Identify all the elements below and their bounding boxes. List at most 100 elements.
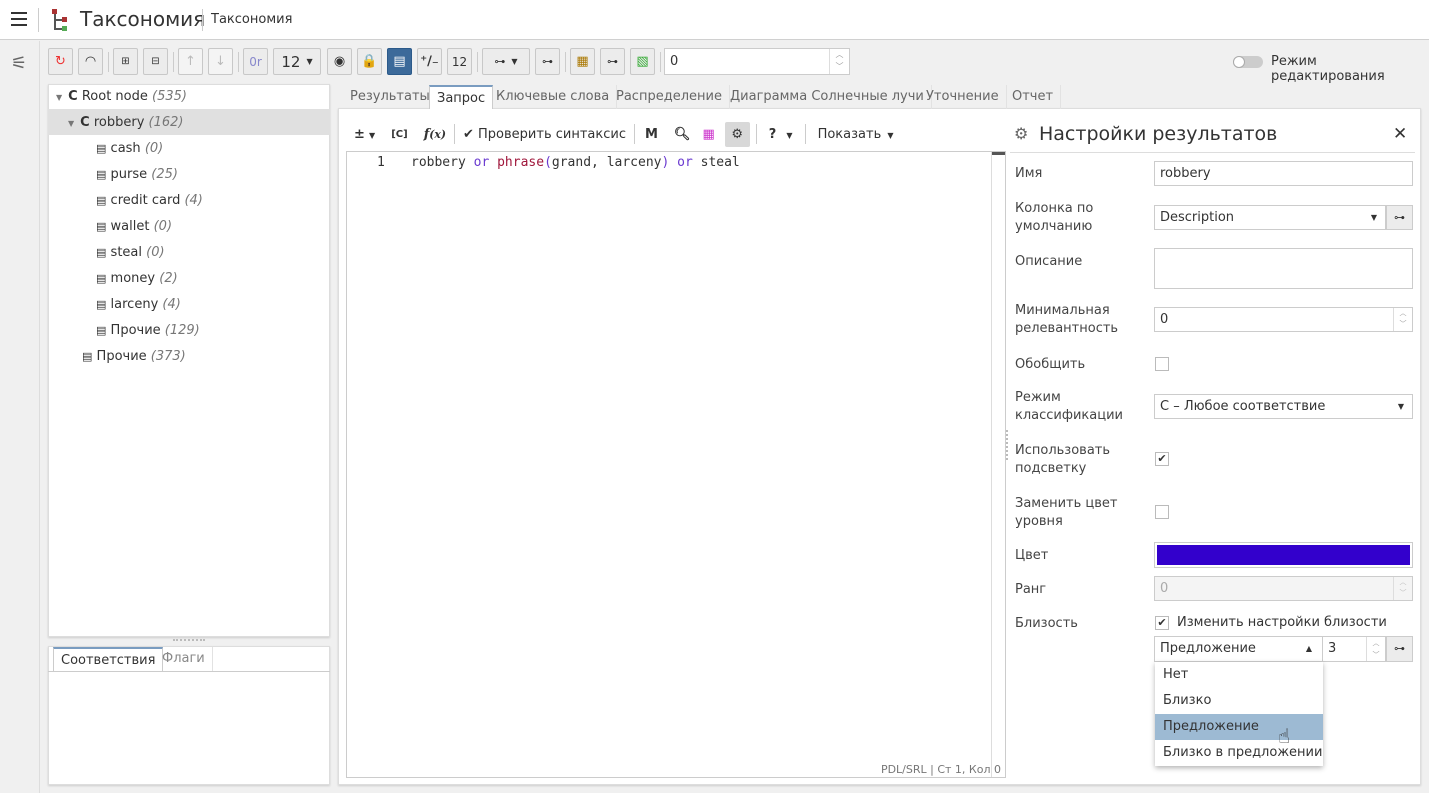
tree-node[interactable]: ▤ purse (25): [96, 162, 178, 188]
add-child-node-button[interactable]: ⊞: [113, 48, 138, 75]
zoom-icon[interactable]: 🔍︎: [668, 127, 697, 142]
splitter-handle[interactable]: [1006, 430, 1009, 460]
settings-gear-icon: ⚙: [1014, 124, 1029, 143]
dropdown-option[interactable]: Предложение: [1155, 714, 1323, 740]
tree-node[interactable]: ▼ C Root node (535): [56, 84, 187, 110]
tab-matches[interactable]: Соответствия: [53, 647, 164, 671]
tree-node[interactable]: ▤ larceny (4): [96, 292, 181, 318]
code-token: grand, larceny: [551, 155, 662, 170]
tree-node[interactable]: ▤ credit card (4): [96, 188, 203, 214]
replace-color-checkbox[interactable]: [1155, 505, 1169, 519]
percent-button[interactable]: ⁺∕₋: [417, 48, 442, 75]
reload-button[interactable]: ◠: [78, 48, 103, 75]
move-up-button[interactable]: ↑: [178, 48, 203, 75]
code-token: steal: [700, 155, 740, 170]
help-dropdown[interactable]: ? ▼: [757, 127, 805, 142]
proximity-select[interactable]: Предложение ▲: [1154, 636, 1323, 662]
tree-node[interactable]: ▼ C robbery (162): [68, 110, 184, 136]
lock-button[interactable]: 🔒: [357, 48, 382, 75]
add-sibling-node-button[interactable]: ⊟: [143, 48, 168, 75]
classification-mode-select[interactable]: C – Любое соответствие ▼: [1154, 394, 1413, 419]
hand-cursor-icon: ☝: [1278, 724, 1291, 748]
checkmark-icon: ✔: [462, 126, 474, 142]
settings-gear-button[interactable]: ⚙: [724, 121, 750, 147]
m-button[interactable]: M: [635, 127, 668, 142]
class-c-icon: C: [68, 89, 78, 104]
check-syntax-button[interactable]: ✔ Проверить синтаксис: [455, 127, 634, 142]
proximity-distance-input[interactable]: 3 ︿ ﹀: [1322, 636, 1386, 662]
query-editor[interactable]: 1 robbery or phrase(grand, larceny) or s…: [346, 151, 1006, 778]
tab-4[interactable]: Диаграмма Солнечные лучи: [723, 85, 932, 109]
rank-input[interactable]: 0 ︿ ﹀: [1154, 576, 1413, 601]
function-icon[interactable]: f(x): [416, 127, 454, 142]
view-button[interactable]: ◉: [327, 48, 352, 75]
chevron-down-icon: ▼: [1370, 213, 1377, 222]
export-doc-button[interactable]: ▤: [387, 48, 412, 75]
color-picker[interactable]: [1154, 542, 1413, 568]
min-relevance-input[interactable]: 0 ︿ ﹀: [1154, 307, 1413, 332]
highlight-checkbox[interactable]: ✔: [1155, 452, 1169, 466]
tab-flags[interactable]: Флаги: [155, 647, 213, 671]
spinner: ︿ ﹀: [1393, 577, 1412, 600]
app-header: Таксономия Таксономия: [0, 0, 1429, 40]
spinner[interactable]: ︿ ﹀: [829, 49, 849, 74]
document-icon: ▤: [96, 272, 107, 285]
merge-button[interactable]: ▦: [570, 48, 595, 75]
editor-toolbar: ± ▼ [C] f(x) ✔ Проверить синтаксис M 🔍︎ …: [346, 120, 1006, 148]
tree-node[interactable]: ▤ cash (0): [96, 136, 163, 162]
tree-node[interactable]: ▤ Прочие (129): [96, 318, 200, 344]
app-title: Таксономия: [80, 7, 206, 31]
filter-sliders-icon[interactable]: ⚟: [11, 53, 27, 74]
tab-0[interactable]: Результаты: [343, 85, 438, 109]
column-tree-button[interactable]: ⊶: [1386, 205, 1413, 230]
expand-arrow-icon[interactable]: ▼: [56, 93, 62, 102]
document-icon: ▤: [96, 246, 107, 259]
tree-node[interactable]: ▤ steal (0): [96, 240, 165, 266]
calendar-button[interactable]: 12: [447, 48, 472, 75]
font-size-dropdown[interactable]: 12 ▼: [273, 48, 321, 75]
color-grid-icon[interactable]: ▦: [696, 127, 720, 142]
spinner[interactable]: ︿ ﹀: [1393, 308, 1412, 331]
proximity-tree-button[interactable]: ⊶: [1386, 636, 1413, 662]
or-button[interactable]: 0r: [243, 48, 268, 75]
document-icon: ▤: [96, 142, 107, 155]
dropdown-option[interactable]: Близко: [1155, 688, 1323, 714]
hamburger-menu-icon[interactable]: [11, 12, 27, 26]
proximity-checkbox[interactable]: ✔: [1155, 616, 1169, 630]
move-down-button[interactable]: ↓: [208, 48, 233, 75]
splitter-handle[interactable]: [173, 639, 205, 642]
plus-minus-dropdown[interactable]: ± ▼: [346, 127, 383, 142]
expand-arrow-icon[interactable]: ▼: [68, 119, 74, 128]
chevron-down-icon: ▼: [306, 57, 313, 66]
editor-status: PDL/SRL | Ст 1, Кол 0: [880, 763, 1001, 776]
tree-node[interactable]: ▤ wallet (0): [96, 214, 172, 240]
spinner[interactable]: ︿ ﹀: [1366, 637, 1385, 661]
file-export-button[interactable]: ▧: [630, 48, 655, 75]
tree-edit-dropdown[interactable]: ⊶ ▼: [482, 48, 530, 75]
tab-6[interactable]: Отчет: [1005, 85, 1062, 109]
close-icon[interactable]: ✕: [1393, 124, 1407, 144]
description-textarea[interactable]: [1154, 248, 1413, 289]
column-select[interactable]: Description ▼: [1154, 205, 1386, 230]
breadcrumb[interactable]: Таксономия: [211, 12, 292, 27]
tab-1[interactable]: Запрос: [429, 85, 494, 109]
tab-3[interactable]: Распределение: [609, 85, 730, 109]
generalize-label: Обобщить: [1015, 357, 1086, 372]
refresh-button[interactable]: ↻: [48, 48, 73, 75]
counter-input[interactable]: 0 ︿ ﹀: [664, 48, 850, 75]
proximity-dropdown-list: Нет Близко Предложение Близко в предложении: [1155, 662, 1323, 766]
tab-5[interactable]: Уточнение: [919, 85, 1007, 109]
tab-2[interactable]: Ключевые слова: [489, 85, 618, 109]
tree-save-button[interactable]: ⊶: [535, 48, 560, 75]
generalize-checkbox[interactable]: [1155, 357, 1169, 371]
scrollbar[interactable]: [991, 152, 1005, 777]
class-button[interactable]: [C]: [383, 129, 415, 140]
name-field[interactable]: robbery: [1154, 161, 1413, 186]
tree-node[interactable]: ▤ Прочие (373): [82, 344, 186, 370]
edit-mode-toggle[interactable]: [1233, 56, 1263, 68]
show-dropdown[interactable]: Показать ▼: [806, 127, 906, 142]
dropdown-option[interactable]: Нет: [1155, 662, 1323, 688]
tree-node[interactable]: ▤ money (2): [96, 266, 178, 292]
dropdown-option[interactable]: Близко в предложении: [1155, 740, 1323, 766]
tree-export-button[interactable]: ⊶: [600, 48, 625, 75]
